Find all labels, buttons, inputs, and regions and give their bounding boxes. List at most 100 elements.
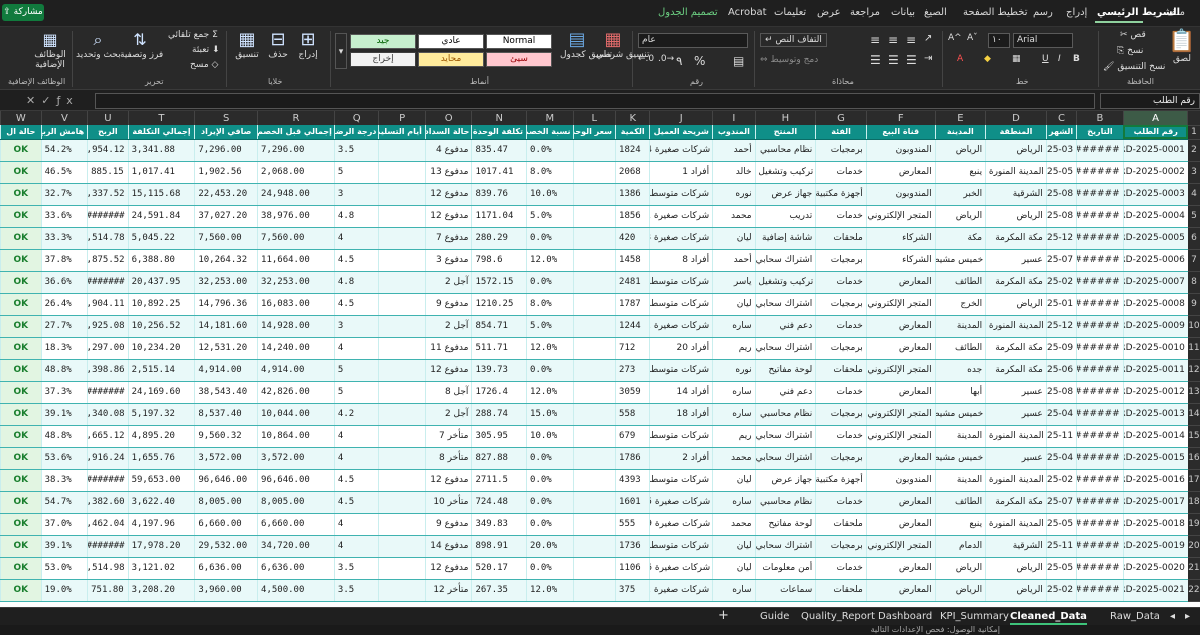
table-cell[interactable]: 835.47 [471,139,527,162]
table-cell[interactable]: 0.0% [526,271,574,294]
column-header-i[interactable]: I [712,111,756,125]
table-cell[interactable] [572,535,616,558]
table-cell[interactable]: 18.3% [40,337,88,360]
table-cell[interactable]: 2068 [615,161,650,184]
table-cell[interactable]: 4,914.00 [257,359,335,382]
table-cell[interactable]: المتجر الإلكتروني [865,403,936,426]
table-cell[interactable]: 2025-08 [1045,183,1077,206]
table-cell[interactable]: الطائف [934,491,986,514]
table-cell[interactable]: 4393 [615,469,650,492]
table-cell[interactable]: 2025-02 [1045,469,1077,492]
table-cell[interactable]: شاشة إضافية [754,227,816,250]
table-cell[interactable]: 2025-05 [1045,513,1077,536]
clear-button[interactable]: مسح ◇ [190,60,218,70]
table-cell[interactable]: خدمات [815,161,867,184]
table-cell[interactable]: ريم [712,337,756,360]
table-cell[interactable]: 6,660.00 [257,513,335,536]
column-title[interactable]: سعر الوحدة [572,125,616,140]
column-title[interactable]: صافي الإيراد [194,125,258,140]
table-cell[interactable]: 1824 [615,139,650,162]
column-header-r[interactable]: R [257,111,335,125]
table-cell[interactable]: الدمام [934,535,986,558]
row-header[interactable]: 12 [1187,359,1200,382]
table-cell[interactable]: 1601 [615,491,650,514]
table-cell[interactable]: المتجر الإلكتروني [865,205,936,228]
table-cell[interactable]: محمد [712,513,756,536]
table-cell[interactable]: 2025-04 [1045,403,1077,426]
table-cell[interactable]: 4 [333,447,379,470]
tab-view[interactable]: عرض [817,7,841,18]
style-output[interactable]: إخراج [350,52,416,67]
table-cell[interactable]: مكة المكرمة [985,337,1047,360]
row-header[interactable]: 2 [1187,139,1200,162]
table-cell[interactable]: 4.8 [333,271,379,294]
table-cell[interactable] [572,579,616,602]
table-cell[interactable]: برمجيات [815,293,867,316]
table-cell[interactable] [572,249,616,272]
table-cell[interactable]: خدمات [815,315,867,338]
table-cell[interactable]: 39.1% [40,535,88,558]
table-cell[interactable]: ليان [712,469,756,492]
table-cell[interactable]: برمجيات [815,139,867,162]
table-cell[interactable]: المعارض [865,337,936,360]
table-cell[interactable]: ####### [87,469,129,492]
table-cell[interactable]: 8,537.40 [194,403,258,426]
column-header-w[interactable]: W [0,111,42,125]
table-cell[interactable]: ليان [712,557,756,580]
table-cell[interactable]: ######## [1076,359,1124,382]
table-cell[interactable]: 32.7% [40,183,88,206]
table-cell[interactable]: اشتراك سحابي [754,425,816,448]
table-cell[interactable]: 558 [615,403,650,426]
table-cell[interactable]: مدفوع 12 [424,183,472,206]
table-cell[interactable]: 33.3% [40,227,88,250]
table-cell[interactable]: 1787 [615,293,650,316]
column-title[interactable]: المدينة [934,125,986,140]
table-cell[interactable]: 3,960.00 [194,579,258,602]
table-cell[interactable]: 2,462.04 [87,513,129,536]
table-cell[interactable]: 0.0% [526,513,574,536]
table-cell[interactable]: 2,514.78 [87,227,129,250]
table-cell[interactable]: الشركاء [865,249,936,272]
table-cell[interactable]: 0.0% [526,557,574,580]
table-cell[interactable]: 5,197.32 [127,403,195,426]
column-header-g[interactable]: G [815,111,867,125]
table-cell[interactable]: 29,532.00 [194,535,258,558]
table-cell[interactable]: 2025-03 [1045,139,1077,162]
column-title[interactable]: حالة السداد [424,125,472,140]
table-cell[interactable]: 12.0% [526,381,574,404]
table-cell[interactable] [378,205,426,228]
table-cell[interactable]: جهاز عرض [754,183,816,206]
fill-color-button[interactable]: ◆ [984,54,991,64]
table-cell[interactable]: 37,027.20 [194,205,258,228]
table-cell[interactable]: 2025-04 [1045,447,1077,470]
table-cell[interactable]: 5 [333,359,379,382]
table-cell[interactable]: 2025-02 [1045,271,1077,294]
table-cell[interactable]: مدفوع 12 [424,359,472,382]
table-cell[interactable]: ######## [1076,205,1124,228]
column-header-d[interactable]: D [985,111,1047,125]
table-cell[interactable]: OK [0,469,42,492]
table-cell[interactable]: ######## [1076,161,1124,184]
table-cell[interactable]: OK [0,337,42,360]
table-cell[interactable]: المعارض [865,161,936,184]
table-cell[interactable]: ######## [1076,139,1124,162]
table-cell[interactable]: 7,296.00 [194,139,258,162]
table-cell[interactable] [378,425,426,448]
table-cell[interactable]: 1726.4 [471,381,527,404]
table-cell[interactable]: 7,560.00 [194,227,258,250]
wrap-text-button[interactable]: ↵ التفاف النص [760,33,827,47]
table-cell[interactable]: OK [0,447,42,470]
table-cell[interactable]: 4,895.20 [127,425,195,448]
column-header-m[interactable]: M [526,111,574,125]
table-cell[interactable]: 7,560.00 [257,227,335,250]
table-cell[interactable]: 39.1% [40,403,88,426]
table-cell[interactable]: عسير [985,249,1047,272]
table-cell[interactable]: خدمات [815,271,867,294]
table-cell[interactable]: تركيب وتشغيل [754,271,816,294]
paste-button[interactable]: 📋 لصق [1167,30,1197,65]
table-cell[interactable]: 9,560.32 [194,425,258,448]
table-cell[interactable]: ######## [1076,403,1124,426]
table-cell[interactable]: 420 [615,227,650,250]
table-cell[interactable]: OK [0,315,42,338]
table-cell[interactable]: الشركاء [865,227,936,250]
